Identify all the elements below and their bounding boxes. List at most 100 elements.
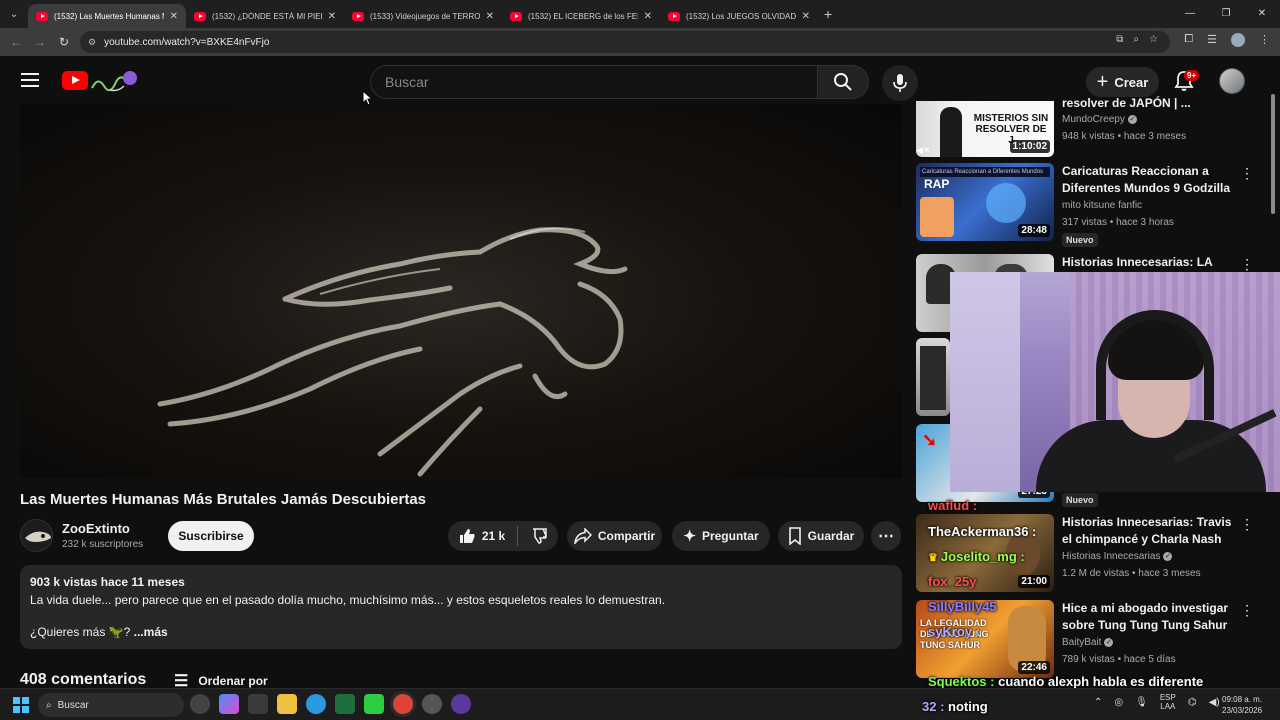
scrollbar-thumb[interactable]	[1271, 94, 1275, 214]
browser-tab-1[interactable]: (1532) Las Muertes Humanas Más ✕	[28, 4, 186, 28]
excel-icon[interactable]	[335, 694, 355, 714]
tray-app-icon[interactable]: ◎	[1114, 697, 1123, 708]
chrome-icon[interactable]	[393, 694, 413, 714]
microphone-tray-icon[interactable]: 🎙	[1135, 697, 1148, 708]
more-options-icon[interactable]: ⋮	[1240, 165, 1254, 182]
windows-start-icon[interactable]	[13, 697, 29, 713]
show-more-link[interactable]: ...más	[134, 625, 168, 639]
browser-menu-icon[interactable]: ⋮	[1259, 33, 1270, 47]
tab-search-icon[interactable]: ⌄	[0, 0, 28, 28]
close-tab-icon[interactable]: ✕	[802, 11, 810, 22]
recommended-video[interactable]: Caricaturas Reaccionan a Diferentes Mund…	[916, 163, 1256, 247]
reading-list-icon[interactable]: ☰	[1207, 33, 1217, 47]
green-app-icon[interactable]	[364, 694, 384, 714]
youtube-favicon-icon	[668, 11, 680, 21]
copilot-icon[interactable]	[219, 694, 239, 714]
doodle-logo-icon[interactable]	[90, 68, 140, 94]
close-tab-icon[interactable]: ✕	[328, 11, 336, 22]
back-icon[interactable]: ←	[4, 35, 28, 49]
search-icon: ⌕	[46, 699, 52, 711]
search-field[interactable]	[370, 65, 818, 99]
chat-message: ♛ Joselito_mg :	[928, 549, 1025, 564]
window-controls: — ❐ ✕	[1172, 0, 1280, 28]
reload-icon[interactable]: ↻	[52, 35, 76, 49]
browser-profile-icon[interactable]	[1231, 33, 1245, 47]
close-tab-icon[interactable]: ✕	[170, 11, 178, 22]
channel-name[interactable]: ZooExtinto	[62, 521, 130, 536]
thumbs-down-icon[interactable]	[530, 527, 548, 545]
save-button[interactable]: Guardar	[778, 521, 864, 551]
ask-button[interactable]: ✦ Preguntar	[672, 521, 770, 551]
maximize-icon[interactable]: ❐	[1208, 0, 1244, 28]
forward-icon[interactable]: →	[28, 35, 52, 49]
tray-chevron-icon[interactable]: ⌃	[1094, 697, 1102, 708]
install-app-icon[interactable]: ⧉	[1116, 34, 1123, 45]
edge-browser-icon[interactable]	[306, 694, 326, 714]
youtube-favicon-icon	[36, 11, 48, 21]
taskbar-search[interactable]: ⌕ Buscar	[38, 693, 184, 717]
obs-icon[interactable]	[422, 694, 442, 714]
like-count[interactable]: 21 k	[482, 529, 505, 543]
channel-name[interactable]: Historias Innecesarias ✓	[1062, 551, 1173, 562]
plus-icon: +	[1096, 71, 1109, 93]
taskbar-clock[interactable]: 09:08 a. m. 23/03/2026	[1222, 694, 1262, 716]
description-box[interactable]: 903 k vistas hace 11 meses La vida duele…	[20, 565, 902, 649]
firefox-icon[interactable]	[451, 694, 471, 714]
extensions-icon[interactable]: ⧠	[1184, 33, 1193, 47]
store-icon[interactable]	[248, 694, 268, 714]
chat-message: waflud :	[928, 498, 978, 513]
system-tray: ⌃ ◎ 🎙 ESP LAA ⌬ ◀)	[1094, 693, 1220, 711]
bookmark-star-icon[interactable]: ☆	[1149, 34, 1158, 45]
more-options-icon[interactable]: ⋮	[1240, 516, 1254, 533]
search-input[interactable]	[385, 74, 817, 90]
user-avatar[interactable]	[1219, 68, 1245, 94]
create-button[interactable]: + Crear	[1086, 67, 1159, 97]
channel-avatar[interactable]	[20, 519, 53, 552]
url-field[interactable]: ⚙ youtube.com/watch?v=BXKE4nFvFjo	[80, 31, 1170, 53]
browser-tab-3[interactable]: (1533) Videojuegos de TERROR ✕	[344, 4, 502, 28]
more-options-icon[interactable]: ⋮	[1240, 602, 1254, 619]
new-tab-icon[interactable]: +	[824, 6, 832, 22]
description-more-line: ¿Quieres más 🦖? ...más	[30, 625, 168, 639]
webcam-headset	[1096, 310, 1214, 420]
thumbs-up-icon[interactable]	[458, 527, 476, 545]
game-app-icon[interactable]	[190, 694, 210, 714]
hamburger-menu-icon[interactable]	[21, 73, 39, 87]
voice-search-button[interactable]	[882, 65, 918, 101]
site-info-icon[interactable]: ⚙	[88, 37, 96, 48]
video-thumbnail[interactable]: MISTERIOS SIN RESOLVER DE J 1:10:02	[916, 101, 1054, 157]
language-indicator[interactable]: ESP LAA	[1160, 693, 1176, 711]
youtube-favicon-icon	[194, 11, 206, 21]
streamer-webcam	[950, 272, 1280, 492]
more-options-icon[interactable]: ⋮	[1240, 256, 1254, 273]
browser-tab-2[interactable]: (1532) ¿DÓNDE ESTÁ MI PIEL? - ✕	[186, 4, 344, 28]
browser-tab-strip: ⌄ (1532) Las Muertes Humanas Más ✕ (1532…	[0, 0, 1280, 28]
search-button[interactable]	[817, 65, 869, 99]
channel-name[interactable]: BaityBait ✓	[1062, 637, 1114, 648]
channel-name[interactable]: MundoCreepy ✓	[1062, 114, 1137, 125]
more-actions-icon[interactable]: ⋯	[871, 521, 901, 551]
description-meta: 903 k vistas hace 11 meses	[30, 575, 185, 589]
video-thumbnail[interactable]	[916, 338, 950, 416]
browser-tab-5[interactable]: (1532) Los JUEGOS OLVIDADOS ✕	[660, 4, 818, 28]
share-button[interactable]: Compartir	[567, 521, 662, 551]
video-player[interactable]	[20, 104, 902, 478]
youtube-logo-icon[interactable]	[62, 71, 88, 90]
webcam-window-light	[950, 272, 1020, 492]
chat-message: SillyBilly45	[928, 599, 997, 614]
notification-badge: 9+	[1184, 70, 1200, 81]
comments-count: 408 comentarios	[20, 671, 147, 688]
close-tab-icon[interactable]: ✕	[486, 11, 494, 22]
zoom-icon[interactable]: ⌕	[1133, 34, 1139, 45]
close-window-icon[interactable]: ✕	[1244, 0, 1280, 28]
volume-icon[interactable]: ◀)	[1209, 697, 1220, 708]
file-explorer-icon[interactable]	[277, 694, 297, 714]
minimize-icon[interactable]: —	[1172, 0, 1208, 28]
network-icon[interactable]: ⌬	[1188, 697, 1197, 708]
video-thumbnail[interactable]: Caricaturas Reaccionan a Diferentes Mund…	[916, 163, 1054, 241]
subscribe-button[interactable]: Suscribirse	[168, 521, 254, 551]
chat-message: fox_25y	[928, 574, 977, 589]
close-tab-icon[interactable]: ✕	[644, 11, 652, 22]
thumbnail-collage	[920, 346, 946, 410]
browser-tab-4[interactable]: (1532) EL ICEBERG de los FENÓ ✕	[502, 4, 660, 28]
